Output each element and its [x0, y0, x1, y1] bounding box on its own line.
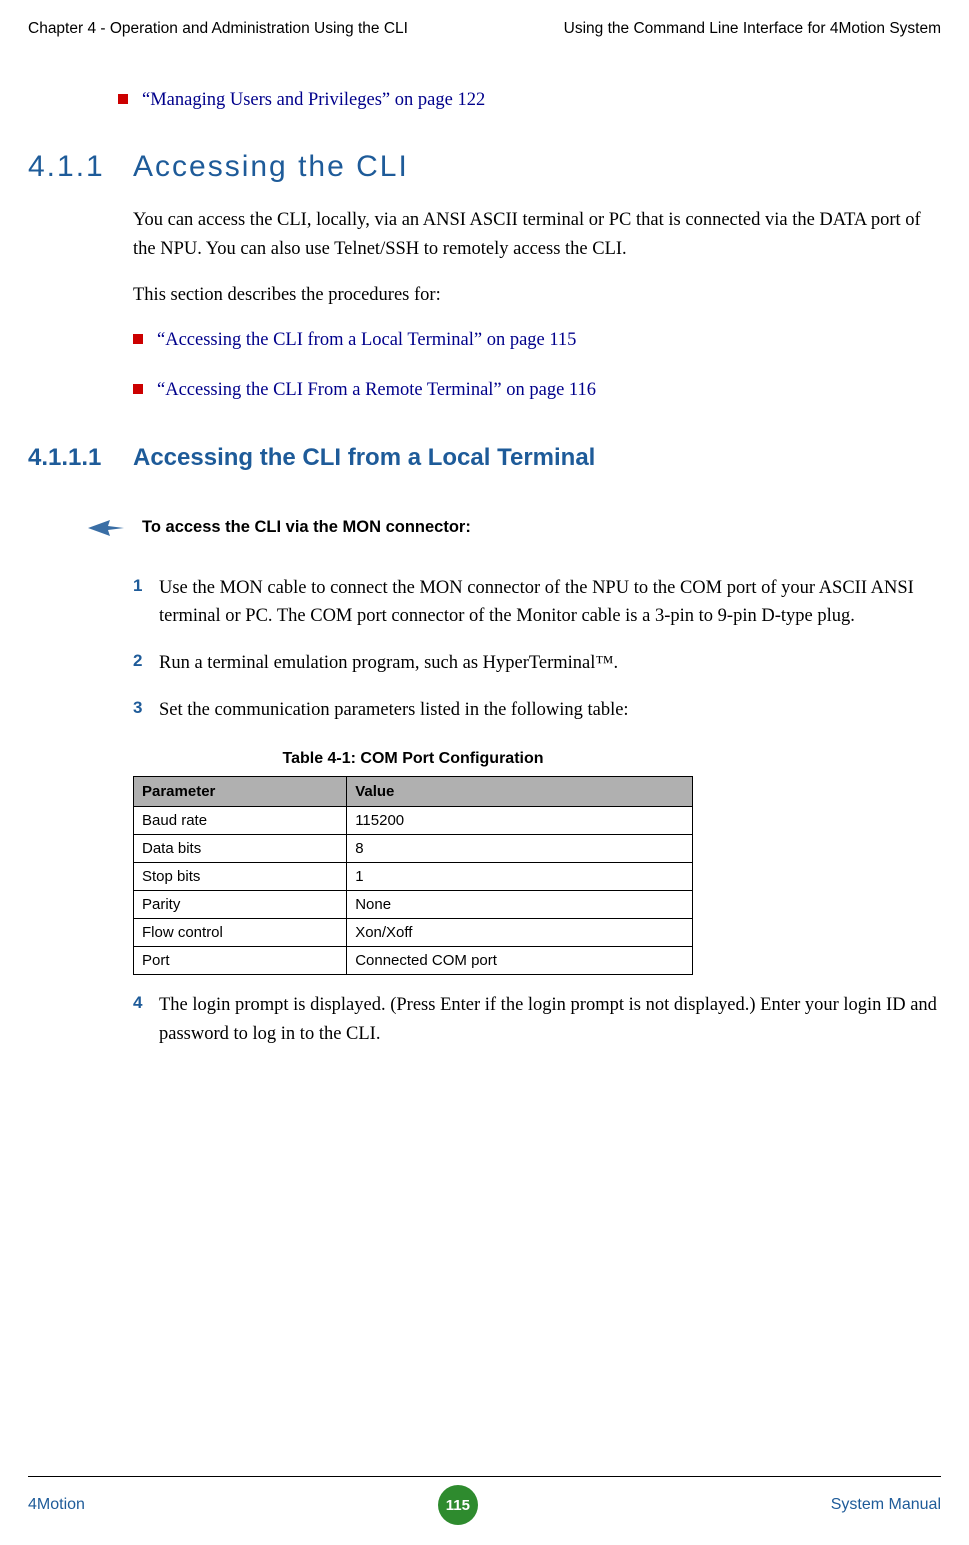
section-number: 4.1.1	[28, 150, 133, 184]
step-item: 3 Set the communication parameters liste…	[133, 696, 941, 725]
table-row: Flow controlXon/Xoff	[134, 919, 693, 947]
top-bullet-item: “Managing Users and Privileges” on page …	[118, 88, 941, 114]
table-cell: None	[347, 891, 693, 919]
subsection-number: 4.1.1.1	[28, 444, 133, 472]
header-right: Using the Command Line Interface for 4Mo…	[564, 20, 941, 38]
table-row: Baud rate115200	[134, 807, 693, 835]
step-text: Use the MON cable to connect the MON con…	[159, 574, 941, 631]
section-heading: 4.1.1 Accessing the CLI	[28, 150, 941, 184]
square-bullet-icon	[133, 384, 143, 394]
square-bullet-icon	[118, 94, 128, 104]
bullet-item: “Accessing the CLI from a Local Terminal…	[133, 328, 941, 354]
callout-text: To access the CLI via the MON connector:	[142, 518, 471, 537]
body-paragraph: You can access the CLI, locally, via an …	[133, 206, 941, 263]
table-row: Stop bits1	[134, 863, 693, 891]
table-caption: Table 4-1: COM Port Configuration	[133, 750, 693, 768]
table-cell: Stop bits	[134, 863, 347, 891]
com-port-table: Parameter Value Baud rate115200 Data bit…	[133, 776, 693, 975]
table-row: PortConnected COM port	[134, 947, 693, 975]
table-row: Data bits8	[134, 835, 693, 863]
procedure-callout: To access the CLI via the MON connector:	[88, 518, 941, 538]
page-footer: 4Motion 115 System Manual	[0, 1476, 969, 1525]
footer-right: System Manual	[831, 1496, 941, 1514]
step-text: Set the communication parameters listed …	[159, 696, 629, 725]
footer-line: 4Motion 115 System Manual	[28, 1476, 941, 1525]
table-row: ParityNone	[134, 891, 693, 919]
footer-left: 4Motion	[28, 1496, 85, 1514]
table-header-cell: Value	[347, 777, 693, 807]
step-item: 2 Run a terminal emulation program, such…	[133, 649, 941, 678]
cross-reference-link[interactable]: “Accessing the CLI From a Remote Termina…	[157, 378, 596, 404]
subsection-heading: 4.1.1.1 Accessing the CLI from a Local T…	[28, 444, 941, 472]
table-cell: 8	[347, 835, 693, 863]
square-bullet-icon	[133, 334, 143, 344]
bullet-item: “Accessing the CLI From a Remote Termina…	[133, 378, 941, 404]
page-number-badge: 115	[438, 1485, 478, 1525]
step-text: Run a terminal emulation program, such a…	[159, 649, 618, 678]
step-number: 4	[133, 991, 159, 1048]
step-number: 1	[133, 574, 159, 631]
table-cell: Connected COM port	[347, 947, 693, 975]
page-number: 115	[446, 1497, 470, 1514]
cross-reference-link[interactable]: “Accessing the CLI from a Local Terminal…	[157, 328, 576, 354]
page-content: “Managing Users and Privileges” on page …	[0, 38, 969, 1049]
table-cell: 115200	[347, 807, 693, 835]
step-item: 1 Use the MON cable to connect the MON c…	[133, 574, 941, 631]
body-paragraph: This section describes the procedures fo…	[133, 281, 941, 310]
section-title: Accessing the CLI	[133, 150, 409, 184]
step-number: 3	[133, 696, 159, 725]
table-cell: Parity	[134, 891, 347, 919]
table-header-cell: Parameter	[134, 777, 347, 807]
table-cell: Data bits	[134, 835, 347, 863]
table-cell: Port	[134, 947, 347, 975]
step-text: The login prompt is displayed. (Press En…	[159, 991, 941, 1048]
step-item: 4 The login prompt is displayed. (Press …	[133, 991, 941, 1048]
table-cell: Baud rate	[134, 807, 347, 835]
table-cell: Xon/Xoff	[347, 919, 693, 947]
cross-reference-link[interactable]: “Managing Users and Privileges” on page …	[142, 88, 485, 114]
arrow-icon	[88, 518, 124, 538]
header-left: Chapter 4 - Operation and Administration…	[28, 20, 408, 38]
table-cell: 1	[347, 863, 693, 891]
table-header-row: Parameter Value	[134, 777, 693, 807]
step-number: 2	[133, 649, 159, 678]
table-cell: Flow control	[134, 919, 347, 947]
page-header: Chapter 4 - Operation and Administration…	[0, 0, 969, 38]
subsection-title: Accessing the CLI from a Local Terminal	[133, 444, 595, 472]
